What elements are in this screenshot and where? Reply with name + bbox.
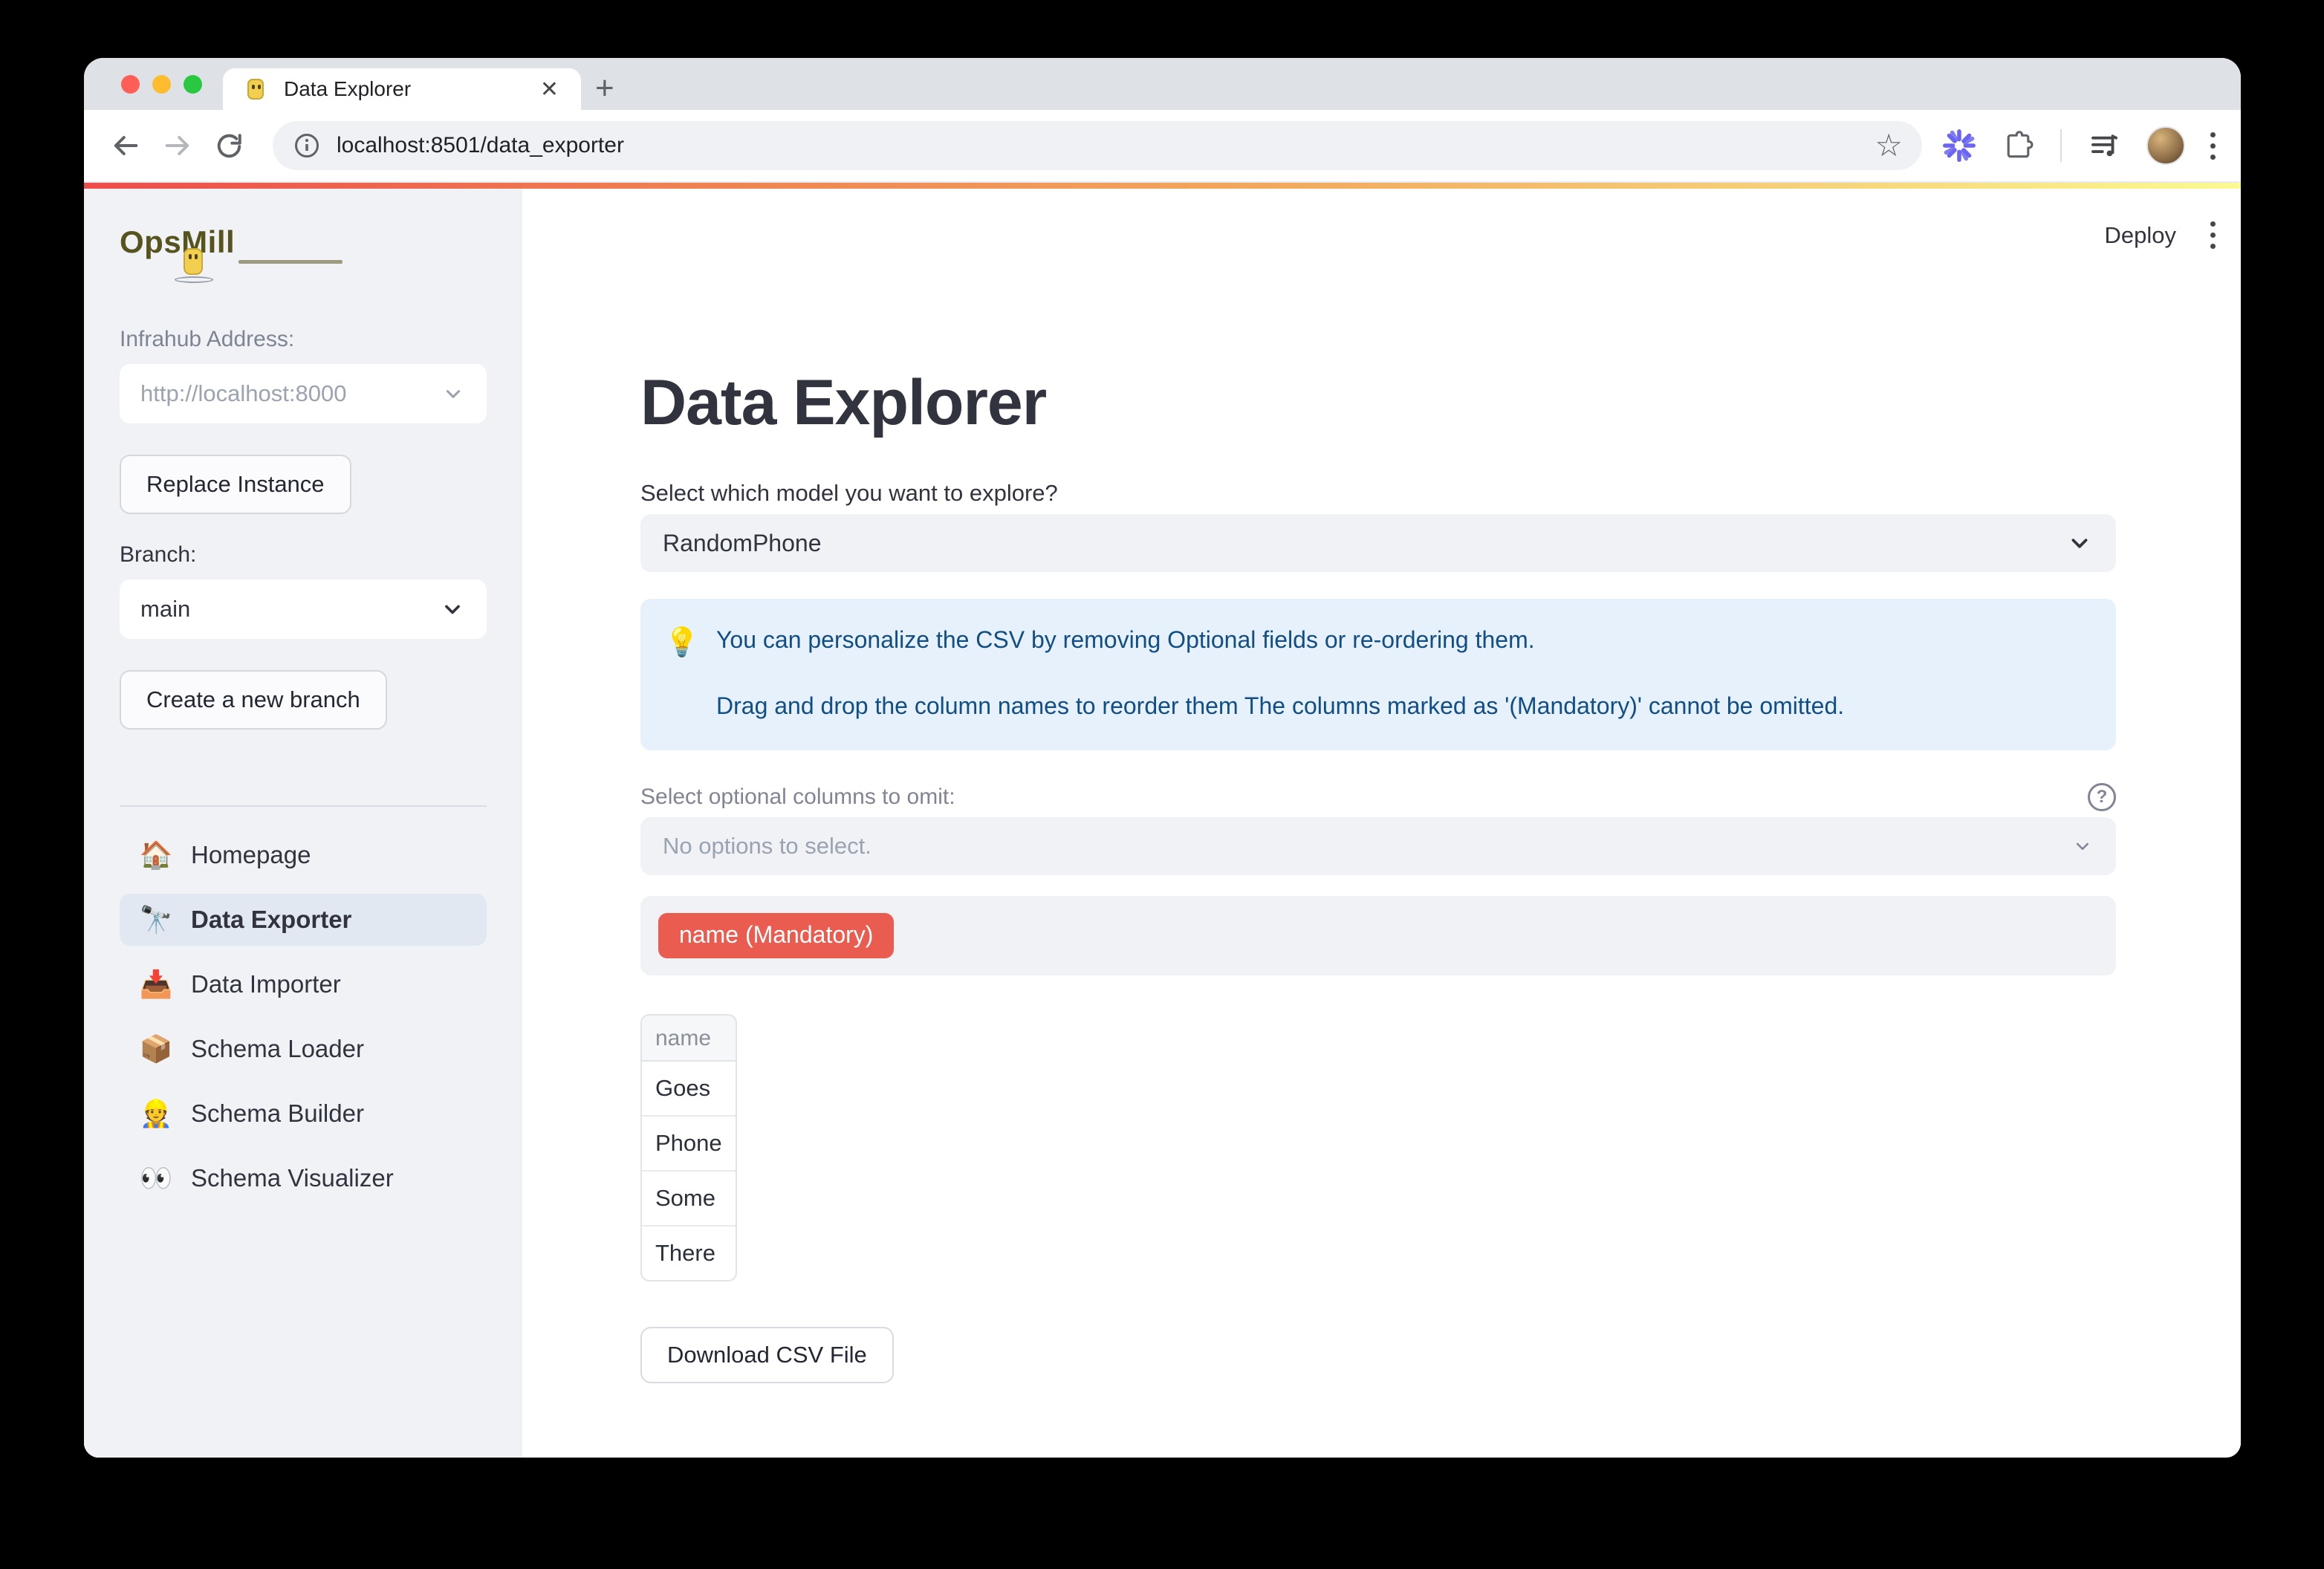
toolbar-separator [2060, 129, 2062, 162]
sidebar-item-label: Homepage [191, 841, 311, 869]
branch-label: Branch: [120, 542, 487, 568]
deploy-button[interactable]: Deploy [2105, 222, 2177, 249]
browser-toolbar: localhost:8501/data_exporter ☆ [84, 110, 2241, 183]
table-row: Goes [642, 1062, 736, 1117]
info-box: 💡 You can personalize the CSV by removin… [640, 599, 2116, 750]
opsmill-logo: OpsMill [120, 224, 487, 270]
profile-avatar[interactable] [2146, 126, 2185, 165]
url-text: localhost:8501/data_exporter [337, 133, 1875, 158]
sidebar-item-label: Data Importer [191, 970, 341, 998]
bookmark-star-icon[interactable]: ☆ [1875, 131, 1903, 160]
construction-worker-icon: 👷 [139, 1098, 173, 1129]
sidebar-item-label: Data Exporter [191, 906, 351, 934]
mandatory-column-pill[interactable]: name (Mandatory) [658, 913, 894, 958]
infrahub-address-input[interactable]: http://localhost:8000 [120, 364, 487, 423]
chevron-down-icon [439, 596, 466, 623]
table-row: There [642, 1227, 736, 1280]
create-branch-button[interactable]: Create a new branch [120, 670, 387, 730]
column-order-container: name (Mandatory) [640, 896, 2116, 975]
tab-close-icon[interactable]: ✕ [537, 77, 562, 103]
site-info-icon[interactable] [292, 131, 322, 160]
info-line-1: You can personalize the CSV by removing … [716, 624, 1535, 656]
sidebar-divider [120, 805, 487, 807]
app-menu-icon[interactable] [2210, 221, 2216, 249]
inbox-tray-icon: 📥 [139, 969, 173, 1000]
infrahub-address-label: Infrahub Address: [120, 327, 487, 352]
telescope-icon: 🔭 [139, 904, 173, 935]
tab-bar: Data Explorer ✕ + [84, 58, 2241, 110]
streamlit-decoration-bar [84, 183, 2241, 189]
sidebar-item-label: Schema Visualizer [191, 1164, 394, 1192]
browser-menu-icon[interactable] [2210, 132, 2216, 160]
logo-tagline [238, 260, 343, 264]
chevron-down-icon [441, 381, 466, 406]
replace-instance-button[interactable]: Replace Instance [120, 455, 351, 514]
page-title: Data Explorer [640, 366, 2116, 440]
download-csv-button[interactable]: Download CSV File [640, 1327, 894, 1383]
branch-select[interactable]: main [120, 579, 487, 639]
branch-select-value: main [140, 596, 190, 623]
extensions-puzzle-icon[interactable] [2002, 129, 2035, 162]
omit-columns-label: Select optional columns to omit: [640, 784, 955, 810]
sidebar-item-data-exporter[interactable]: 🔭 Data Exporter [120, 894, 487, 946]
sidebar: OpsMill Infrahub Address: http://localho… [84, 189, 522, 1458]
preview-table: name Goes Phone Some There [640, 1014, 737, 1281]
media-playlist-icon[interactable] [2087, 129, 2121, 163]
opsmill-mascot-icon [170, 248, 222, 282]
main-area: Deploy Data Explorer Select which model … [522, 189, 2241, 1458]
sidebar-item-data-importer[interactable]: 📥 Data Importer [120, 958, 487, 1010]
minimize-window-button[interactable] [152, 75, 171, 94]
help-icon[interactable]: ? [2088, 783, 2116, 811]
sidebar-item-schema-loader[interactable]: 📦 Schema Loader [120, 1023, 487, 1075]
model-select-value: RandomPhone [663, 530, 821, 557]
chevron-down-icon [2071, 835, 2094, 857]
zoom-window-button[interactable] [184, 75, 202, 94]
light-bulb-icon: 💡 [664, 624, 700, 662]
model-select-label: Select which model you want to explore? [640, 480, 2116, 507]
new-tab-button[interactable]: + [595, 70, 614, 107]
sidebar-item-label: Schema Loader [191, 1035, 364, 1063]
sidebar-item-homepage[interactable]: 🏠 Homepage [120, 829, 487, 881]
info-line-2: Drag and drop the column names to reorde… [664, 690, 2086, 722]
browser-tab[interactable]: Data Explorer ✕ [223, 68, 581, 110]
table-row: Phone [642, 1117, 736, 1172]
table-row: Some [642, 1172, 736, 1227]
favicon-icon [242, 76, 269, 103]
traffic-lights [121, 75, 202, 94]
browser-window: Data Explorer ✕ + localhost:8501/data_ex… [84, 58, 2241, 1458]
back-icon[interactable] [109, 129, 142, 162]
omit-columns-multiselect[interactable]: No options to select. [640, 817, 2116, 875]
sidebar-item-schema-builder[interactable]: 👷 Schema Builder [120, 1088, 487, 1140]
forward-icon[interactable] [161, 129, 194, 162]
close-window-button[interactable] [121, 75, 140, 94]
chevron-down-icon [2065, 529, 2094, 557]
house-icon: 🏠 [139, 839, 173, 871]
infrahub-address-placeholder: http://localhost:8000 [140, 380, 346, 407]
omit-columns-placeholder: No options to select. [663, 833, 872, 860]
table-header: name [642, 1016, 736, 1062]
extension-spinner-icon[interactable] [1941, 128, 1977, 163]
sidebar-item-schema-visualizer[interactable]: 👀 Schema Visualizer [120, 1152, 487, 1204]
tab-title: Data Explorer [284, 77, 537, 101]
reload-icon[interactable] [213, 129, 246, 162]
model-select[interactable]: RandomPhone [640, 514, 2116, 572]
package-icon: 📦 [139, 1033, 173, 1065]
sidebar-item-label: Schema Builder [191, 1099, 364, 1128]
eyes-icon: 👀 [139, 1163, 173, 1194]
url-bar[interactable]: localhost:8501/data_exporter ☆ [273, 121, 1922, 170]
